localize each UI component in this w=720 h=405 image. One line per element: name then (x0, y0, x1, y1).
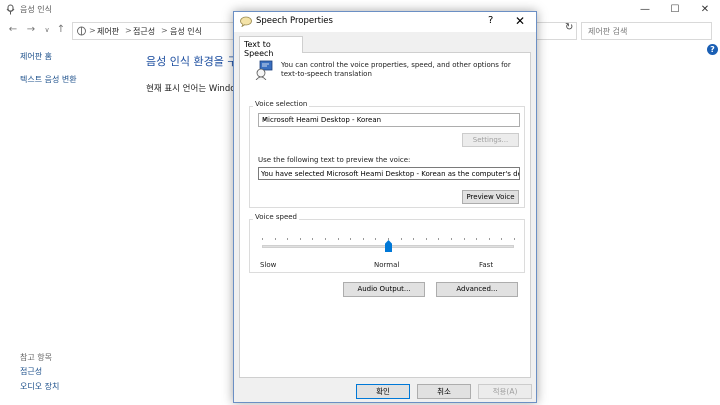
slider-tick (514, 238, 515, 240)
help-icon[interactable]: ? (707, 44, 718, 55)
audio-output-button[interactable]: Audio Output... (343, 282, 425, 297)
accessibility-icon (77, 26, 86, 36)
speech-voice-icon (255, 60, 273, 80)
intro-line-1: You can control the voice properties, sp… (281, 61, 511, 69)
page-title: 음성 인식 환경을 구 (146, 55, 238, 68)
speed-fast-label: Fast (479, 261, 494, 269)
slider-tick (451, 238, 452, 240)
cancel-button[interactable]: 취소 (417, 384, 471, 399)
slider-tick (464, 238, 465, 240)
slider-tick (388, 238, 389, 240)
speech-properties-dialog: Speech Properties ? ✕ Text to Speech You… (233, 11, 537, 403)
slider-tick (275, 238, 276, 240)
maximize-button[interactable]: ☐ (660, 2, 690, 18)
slider-tick (325, 238, 326, 240)
sidebar-link-text-to-speech[interactable]: 텍스트 음성 변환 (20, 74, 77, 85)
preview-text-value: You have selected Microsoft Heami Deskto… (261, 170, 519, 178)
search-placeholder: 제어판 검색 (588, 27, 628, 36)
see-also-heading: 참고 항목 (20, 353, 52, 362)
breadcrumb-accessibility[interactable]: 접근성 (133, 26, 155, 37)
search-input[interactable]: 제어판 검색 (581, 22, 712, 40)
preview-label: Use the following text to preview the vo… (258, 156, 411, 164)
breadcrumb-separator: > (125, 26, 132, 35)
see-also-link-audio-devices[interactable]: 오디오 장치 (20, 381, 59, 392)
minimize-button[interactable]: — (630, 2, 660, 18)
tab-text-to-speech[interactable]: Text to Speech (239, 36, 303, 58)
dialog-titlebar: Speech Properties ? ✕ (234, 12, 536, 32)
slider-tick (438, 238, 439, 240)
slider-tick (350, 238, 351, 240)
dialog-close-button[interactable]: ✕ (515, 14, 525, 28)
slider-tick (426, 238, 427, 240)
slider-tick (476, 238, 477, 240)
voice-selection-label: Voice selection (253, 100, 310, 108)
speed-normal-label: Normal (374, 261, 400, 269)
slider-tick (363, 238, 364, 240)
speech-properties-icon (240, 16, 252, 27)
refresh-icon[interactable]: ↻ (565, 22, 573, 33)
tab-label: Text to Speech (244, 40, 274, 58)
ok-button[interactable]: 확인 (356, 384, 410, 399)
speed-slow-label: Slow (260, 261, 277, 269)
page-description: 현재 표시 언어는 Windows (146, 84, 247, 94)
apply-button[interactable]: 적용(A) (478, 384, 532, 399)
dialog-title: Speech Properties (256, 16, 333, 26)
slider-tick (312, 238, 313, 240)
back-arrow-icon[interactable]: ← (6, 23, 20, 37)
voice-speed-label: Voice speed (253, 213, 299, 221)
breadcrumb-separator: > (161, 26, 168, 35)
slider-tick (501, 238, 502, 240)
breadcrumb-control-panel[interactable]: 제어판 (97, 26, 119, 37)
slider-tick (300, 238, 301, 240)
intro-line-2: text-to-speech translation (281, 70, 372, 78)
tab-panel: You can control the voice properties, sp… (239, 52, 531, 378)
chevron-down-icon: ∨ (262, 115, 268, 123)
settings-button[interactable]: Settings... (462, 133, 519, 147)
breadcrumb-separator: > (89, 26, 96, 35)
slider-tick (262, 238, 263, 240)
preview-text-field[interactable]: You have selected Microsoft Heami Deskto… (258, 167, 520, 180)
slider-tick (489, 238, 490, 240)
recent-chevron-icon[interactable]: ∨ (40, 23, 54, 37)
speech-recognition-app-icon (6, 4, 15, 15)
slider-tick (338, 238, 339, 240)
sidebar-link-control-panel-home[interactable]: 제어판 홈 (20, 51, 52, 62)
window-close-button[interactable]: ✕ (690, 2, 720, 18)
slider-tick (375, 238, 376, 240)
see-also-link-accessibility[interactable]: 접근성 (20, 366, 42, 377)
slider-tick (401, 238, 402, 240)
slider-tick (413, 238, 414, 240)
dialog-help-button[interactable]: ? (488, 15, 493, 26)
forward-arrow-icon[interactable]: → (24, 23, 38, 37)
advanced-button[interactable]: Advanced... (436, 282, 518, 297)
breadcrumb-speech-recognition[interactable]: 음성 인식 (170, 26, 202, 37)
up-arrow-icon[interactable]: ↑ (54, 23, 68, 37)
slider-tick (287, 238, 288, 240)
window-title: 음성 인식 (20, 5, 52, 14)
preview-voice-button[interactable]: Preview Voice (462, 190, 519, 204)
intro-text: You can control the voice properties, sp… (281, 61, 521, 79)
voice-select[interactable]: Microsoft Heami Desktop - Korean ∨ (258, 113, 520, 127)
